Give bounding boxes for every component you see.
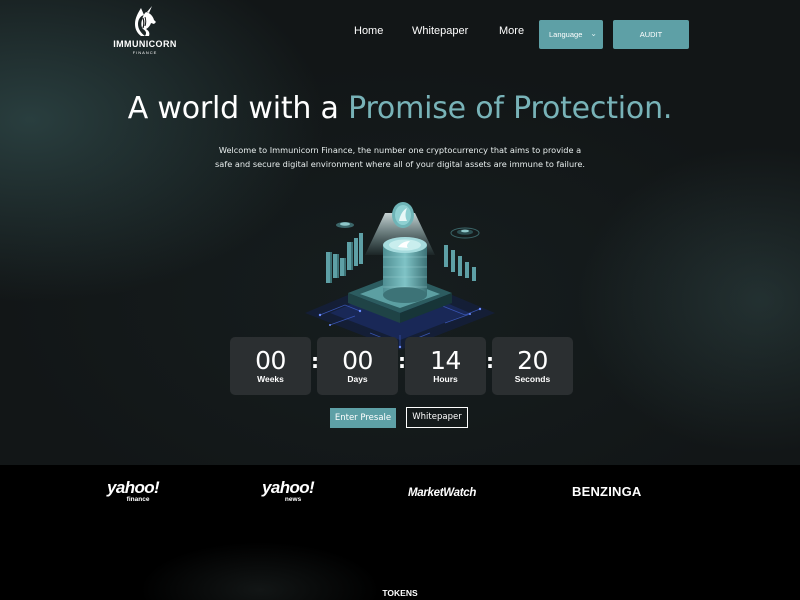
countdown-value: 14	[430, 346, 461, 375]
nav-link-more[interactable]: More	[499, 25, 524, 37]
enter-presale-button[interactable]: Enter Presale	[330, 408, 396, 428]
audit-button[interactable]: AUDIT	[613, 20, 689, 49]
yahoo-finance-logo[interactable]: yahoo! finance	[107, 478, 160, 503]
countdown-label: Days	[347, 374, 368, 384]
intro-line: safe and secure digital environment wher…	[215, 159, 585, 169]
marketwatch-wordmark: MarketWatch	[408, 487, 477, 499]
language-select[interactable]: Language ⌄	[539, 20, 603, 49]
yahoo-news-logo[interactable]: yahoo! news	[262, 478, 315, 503]
chevron-down-icon: ⌄	[590, 29, 597, 38]
nav-link-whitepaper[interactable]: Whitepaper	[412, 25, 468, 37]
intro-paragraph: Welcome to Immunicorn Finance, the numbe…	[200, 143, 600, 171]
countdown-days: 00 Days	[317, 337, 398, 395]
brand-subtitle: FINANCE	[132, 50, 158, 55]
nav-link-home[interactable]: Home	[354, 25, 383, 37]
crypto-illustration	[305, 202, 495, 350]
headline-accent: Promise of Protection.	[348, 91, 673, 126]
benzinga-logo[interactable]: BENZINGA	[572, 481, 642, 500]
benzinga-wordmark: BENZINGA	[572, 484, 642, 499]
brand-name: IMMUNICORN	[113, 39, 177, 49]
intro-line: Welcome to Immunicorn Finance, the numbe…	[218, 145, 582, 155]
whitepaper-button[interactable]: Whitepaper	[406, 407, 468, 428]
countdown-label: Hours	[433, 374, 458, 384]
countdown-weeks: 00 Weeks	[230, 337, 311, 395]
countdown-seconds: 20 Seconds	[492, 337, 573, 395]
tokens-section-heading: TOKENS	[382, 588, 418, 598]
countdown-label: Seconds	[514, 374, 551, 384]
yahoo-news-wordmark: yahoo!	[262, 478, 315, 497]
countdown-value: 00	[255, 346, 286, 375]
countdown-value: 20	[517, 346, 548, 375]
language-select-label: Language	[549, 30, 583, 39]
yahoo-finance-subtitle: finance	[126, 496, 150, 503]
countdown-value: 00	[342, 346, 373, 375]
marketwatch-logo[interactable]: MarketWatch	[408, 481, 476, 500]
page-title: A world with a Promise of Protection.	[0, 91, 800, 126]
brand-logo[interactable]: IMMUNICORN FINANCE	[108, 6, 182, 55]
countdown-label: Weeks	[257, 374, 284, 384]
countdown-hours: 14 Hours	[405, 337, 486, 395]
unicorn-head-icon	[135, 6, 156, 36]
yahoo-news-subtitle: news	[284, 496, 302, 503]
landing-page: IMMUNICORN FINANCE Home Whitepaper More …	[0, 0, 800, 600]
yahoo-finance-wordmark: yahoo!	[107, 478, 160, 497]
headline-plain: A world with a	[127, 91, 349, 126]
